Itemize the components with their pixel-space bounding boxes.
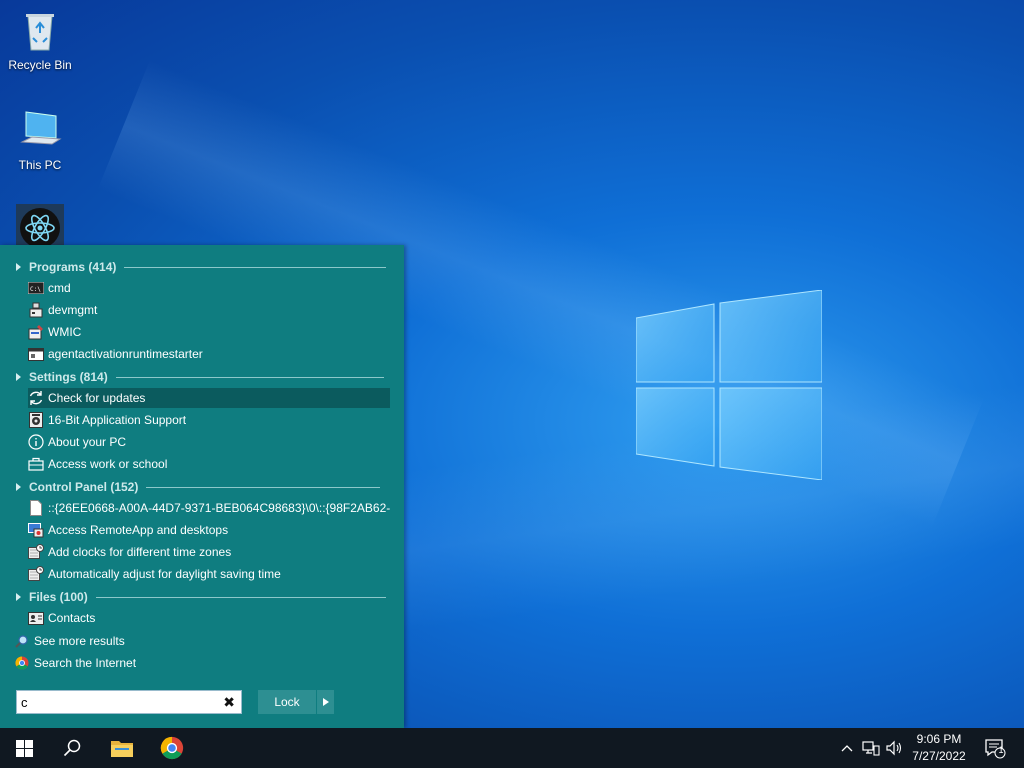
file-icon xyxy=(28,500,44,516)
info-icon xyxy=(28,434,44,450)
section-divider xyxy=(146,486,381,488)
folder-icon xyxy=(111,741,133,757)
section-settings[interactable]: Settings (814) xyxy=(16,368,384,386)
recycle-bin-icon xyxy=(26,14,54,51)
clock-icon xyxy=(28,544,44,560)
start-search-panel: Programs (414) C:\ cmd devmgmt WMIC agen… xyxy=(0,245,404,728)
result-wmic[interactable]: WMIC xyxy=(28,322,390,342)
section-label: Settings (814) xyxy=(29,370,108,384)
section-label: Programs (414) xyxy=(29,260,117,274)
section-divider xyxy=(115,376,384,378)
section-divider xyxy=(124,266,387,268)
desktop-icon-this-pc[interactable]: This PC xyxy=(2,106,78,172)
start-search-box[interactable]: ✖ xyxy=(16,690,242,714)
clock-time: 9:06 PM xyxy=(916,732,962,746)
computer-icon xyxy=(20,111,62,145)
network-icon xyxy=(862,741,880,756)
start-button[interactable] xyxy=(0,728,48,768)
search-input[interactable] xyxy=(21,692,216,712)
refresh-icon xyxy=(28,390,44,406)
app-support-icon xyxy=(28,412,44,428)
result-check-for-updates[interactable]: Check for updates xyxy=(28,388,390,408)
wmic-icon xyxy=(28,324,44,340)
result-access-work-or-school[interactable]: Access work or school xyxy=(28,454,390,474)
result-devmgmt[interactable]: devmgmt xyxy=(28,300,390,320)
chevron-up-icon xyxy=(841,745,853,752)
expand-triangle-icon xyxy=(16,483,21,491)
clear-search-icon[interactable]: ✖ xyxy=(223,694,235,710)
search-the-internet-link[interactable]: Search the Internet xyxy=(14,653,136,673)
taskbar-file-explorer[interactable] xyxy=(98,728,146,768)
windows-start-icon xyxy=(15,739,33,757)
taskbar: 9:06 PM 7/27/2022 1 xyxy=(0,728,1024,768)
expand-triangle-icon xyxy=(16,263,21,271)
svg-text:C:\: C:\ xyxy=(30,286,41,293)
clock-icon xyxy=(28,566,44,582)
section-files[interactable]: Files (100) xyxy=(16,588,386,606)
chrome-icon xyxy=(14,655,30,671)
magnifier-icon xyxy=(14,633,30,649)
result-agentactivationruntimestarter[interactable]: agentactivationruntimestarter xyxy=(28,344,390,364)
lock-button[interactable]: Lock xyxy=(258,690,316,714)
power-options-arrow-button[interactable] xyxy=(316,690,334,714)
contacts-icon xyxy=(28,610,44,626)
result-daylight-saving[interactable]: Automatically adjust for daylight saving… xyxy=(28,564,390,584)
chevron-right-icon xyxy=(322,698,329,706)
remote-desktop-icon xyxy=(28,522,44,538)
taskbar-clock[interactable]: 9:06 PM 7/27/2022 xyxy=(906,731,972,765)
section-label: Control Panel (152) xyxy=(29,480,139,494)
result-about-your-pc[interactable]: About your PC xyxy=(28,432,390,452)
recycle-bin-label: Recycle Bin xyxy=(8,58,72,72)
windows-logo-wallpaper xyxy=(636,290,822,480)
section-control-panel[interactable]: Control Panel (152) xyxy=(16,478,381,496)
show-hidden-icons-button[interactable] xyxy=(838,728,856,768)
taskbar-search-button[interactable] xyxy=(48,728,96,768)
result-16bit-application-support[interactable]: 16-Bit Application Support xyxy=(28,410,390,430)
this-pc-label: This PC xyxy=(18,158,62,172)
volume-button[interactable] xyxy=(884,728,906,768)
section-programs[interactable]: Programs (414) xyxy=(16,258,387,276)
expand-triangle-icon xyxy=(16,593,21,601)
cmd-icon: C:\ xyxy=(28,280,44,296)
speaker-icon xyxy=(886,740,902,756)
chrome-icon xyxy=(160,736,184,760)
section-divider xyxy=(95,596,386,598)
search-icon xyxy=(63,739,81,757)
result-cmd[interactable]: C:\ cmd xyxy=(28,278,390,298)
device-manager-icon xyxy=(28,302,44,318)
taskbar-chrome[interactable] xyxy=(148,728,196,768)
see-more-results-link[interactable]: See more results xyxy=(14,631,125,651)
result-access-remoteapp[interactable]: Access RemoteApp and desktops xyxy=(28,520,390,540)
clock-date: 7/27/2022 xyxy=(912,749,966,763)
desktop-icon-recycle-bin[interactable]: Recycle Bin xyxy=(2,6,78,72)
app-window-icon xyxy=(28,346,44,362)
result-add-clocks[interactable]: Add clocks for different time zones xyxy=(28,542,390,562)
result-contacts[interactable]: Contacts xyxy=(28,608,390,628)
network-button[interactable] xyxy=(860,728,882,768)
expand-triangle-icon xyxy=(16,373,21,381)
briefcase-icon xyxy=(28,456,44,472)
section-label: Files (100) xyxy=(29,590,88,604)
action-center-button[interactable]: 1 xyxy=(980,728,1010,768)
result-control-panel-guid[interactable]: ::{26EE0668-A00A-44D7-9371-BEB064C98683}… xyxy=(28,498,390,518)
notification-count-badge: 1 xyxy=(998,745,1004,755)
